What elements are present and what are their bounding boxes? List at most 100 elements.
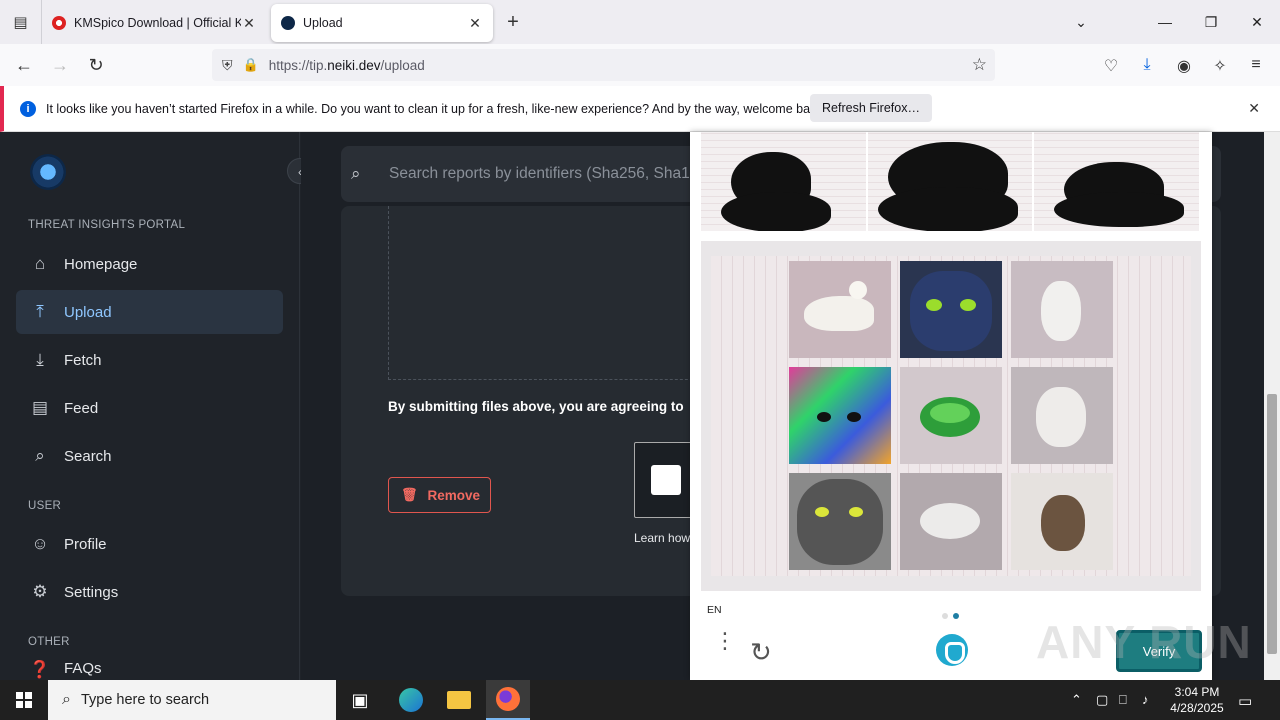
browser-tab-bar: ▤ KMSpico Download | Official KMS ✕ Uplo… [0, 0, 1280, 44]
captcha-tile[interactable] [789, 367, 891, 464]
sidebar-item-label: Upload [64, 303, 112, 321]
url-bar[interactable]: ⛨ 🔒 https://tip. neiki.dev/upload ☆ [212, 49, 995, 81]
new-tab-button[interactable]: + [493, 11, 533, 34]
tab-title: KMSpico Download | Official KMS [74, 16, 241, 30]
tab-overview-icon[interactable]: ▤ [0, 0, 42, 44]
sidebar-item-settings[interactable]: ⚙ Settings [16, 570, 283, 614]
clock[interactable]: 3:04 PM 4/28/2025 [1162, 684, 1232, 716]
start-button[interactable] [0, 680, 48, 720]
example-image [1034, 132, 1202, 231]
windows-logo-icon [16, 692, 32, 708]
task-view-icon[interactable]: ▣ [340, 686, 380, 714]
close-window-button[interactable]: ✕ [1234, 0, 1280, 44]
sidebar-item-label: FAQs [64, 660, 102, 677]
remove-button[interactable]: 🗑 Remove [388, 477, 491, 513]
captcha-menu-icon[interactable]: ⋮ [714, 630, 736, 652]
tab-title: Upload [303, 16, 343, 30]
show-hidden-icons-icon[interactable]: ⌃ [1071, 692, 1082, 708]
shield-icon[interactable]: ⛨ [222, 57, 233, 74]
captcha-tile[interactable] [900, 261, 1002, 358]
faq-icon: ❓ [29, 660, 51, 679]
sidebar-item-label: Profile [64, 535, 107, 553]
close-notification-icon[interactable]: ✕ [1248, 100, 1260, 117]
feed-icon: ▤ [31, 398, 49, 417]
firefox-refresh-notification: i It looks like you haven’t started Fire… [0, 86, 1280, 132]
url-prefix: https://tip. [268, 57, 328, 73]
forward-button[interactable]: → [42, 55, 78, 76]
notifications-icon[interactable]: ▭ [1238, 692, 1252, 710]
captcha-refresh-icon[interactable]: ↻ [750, 637, 772, 668]
home-icon: ⌂ [34, 254, 46, 273]
sidebar-item-upload[interactable]: ⤒ Upload [16, 290, 283, 334]
minimize-button[interactable]: — [1142, 0, 1188, 44]
tab-upload[interactable]: Upload ✕ [271, 4, 493, 42]
network-icon[interactable]: ⎕ [1119, 692, 1127, 708]
kmspico-favicon-icon [52, 16, 66, 30]
firefox-icon[interactable] [486, 680, 530, 720]
edge-icon[interactable] [391, 686, 431, 714]
close-tab-icon[interactable]: ✕ [241, 15, 257, 32]
sidebar-item-homepage[interactable]: ⌂ Homepage [16, 242, 283, 286]
file-dropzone[interactable] [388, 206, 708, 380]
back-button[interactable]: ← [6, 55, 42, 76]
captcha-image-grid [701, 241, 1201, 591]
taskbar-search-placeholder: Type here to search [80, 692, 210, 708]
section-label-user: USER [28, 500, 62, 512]
captcha-tile[interactable] [1011, 367, 1113, 464]
taskbar-search-input[interactable]: ⌕ Type here to search [48, 680, 336, 720]
trash-icon: 🗑 [401, 487, 418, 502]
reload-button[interactable]: ↻ [78, 55, 114, 76]
sidebar-item-label: Feed [64, 399, 99, 417]
browser-nav-bar: ← → ↻ ⛨ 🔒 https://tip. neiki.dev/upload ☆… [0, 44, 1280, 86]
refresh-firefox-button[interactable]: Refresh Firefox… [810, 94, 932, 122]
sidebar-item-faqs[interactable]: ❓ FAQs [16, 660, 283, 680]
captcha-tile[interactable] [900, 473, 1002, 570]
menu-icon[interactable]: ≡ [1246, 56, 1266, 76]
page-scrollbar[interactable] [1264, 132, 1280, 680]
upload-icon: ⤒ [36, 302, 44, 321]
remove-label: Remove [427, 487, 481, 503]
account-icon[interactable]: ◉ [1174, 56, 1194, 76]
sidebar-item-feed[interactable]: ▤ Feed [16, 386, 283, 430]
gear-icon: ⚙ [32, 582, 48, 601]
url-domain: neiki.dev [327, 57, 381, 73]
captcha-tile[interactable] [789, 473, 891, 570]
tab-kmspico[interactable]: KMSpico Download | Official KMS ✕ [42, 4, 267, 42]
file-explorer-icon[interactable] [439, 686, 479, 714]
fetch-icon: ⤓ [36, 350, 44, 369]
lock-icon[interactable]: 🔒 [243, 57, 259, 73]
sidebar-item-profile[interactable]: ☺ Profile [16, 522, 283, 566]
search-placeholder: Search reports by identifiers (Sha256, S… [389, 165, 690, 182]
list-all-tabs-icon[interactable]: ⌄ [1058, 0, 1104, 44]
captcha-challenge: EN ⋮ ↻ Verify [690, 132, 1212, 680]
section-label-other: OTHER [28, 636, 70, 648]
bookmark-star-icon[interactable]: ☆ [972, 55, 987, 75]
language-selector[interactable]: EN [707, 604, 722, 616]
upload-favicon-icon [281, 16, 295, 30]
page-dot [942, 613, 948, 619]
restore-button[interactable]: ❐ [1188, 0, 1234, 44]
scrollbar-thumb[interactable] [1267, 394, 1277, 654]
sidebar-item-label: Homepage [64, 255, 138, 273]
search-icon: ⌕ [62, 691, 71, 708]
captcha-tile[interactable] [900, 367, 1002, 464]
meet-now-icon[interactable]: ▢ [1096, 692, 1108, 708]
sidebar-item-fetch[interactable]: ⤓ Fetch [16, 338, 283, 382]
captcha-tile[interactable] [1011, 473, 1113, 570]
sidebar-item-search[interactable]: ⌕ Search [16, 434, 283, 478]
captcha-tile[interactable] [789, 261, 891, 358]
learn-how-link[interactable]: Learn how [634, 531, 690, 545]
page-indicator [942, 606, 964, 624]
logo-icon[interactable] [30, 154, 66, 190]
sidebar: ‹ THREAT INSIGHTS PORTAL ⌂ Homepage ⤒ Up… [0, 132, 313, 680]
captcha-tile[interactable] [1011, 261, 1113, 358]
hcaptcha-logo-icon[interactable] [936, 634, 968, 666]
close-tab-icon[interactable]: ✕ [467, 15, 483, 32]
notification-message: It looks like you haven’t started Firefo… [46, 101, 827, 116]
clock-time: 3:04 PM [1174, 685, 1220, 699]
pocket-icon[interactable]: ♡ [1101, 56, 1121, 76]
extensions-icon[interactable]: ✧ [1210, 56, 1230, 76]
downloads-icon[interactable]: ⤓ [1137, 56, 1157, 76]
volume-icon[interactable]: ♪ [1142, 692, 1149, 707]
agreement-text: By submitting files above, you are agree… [388, 399, 684, 414]
